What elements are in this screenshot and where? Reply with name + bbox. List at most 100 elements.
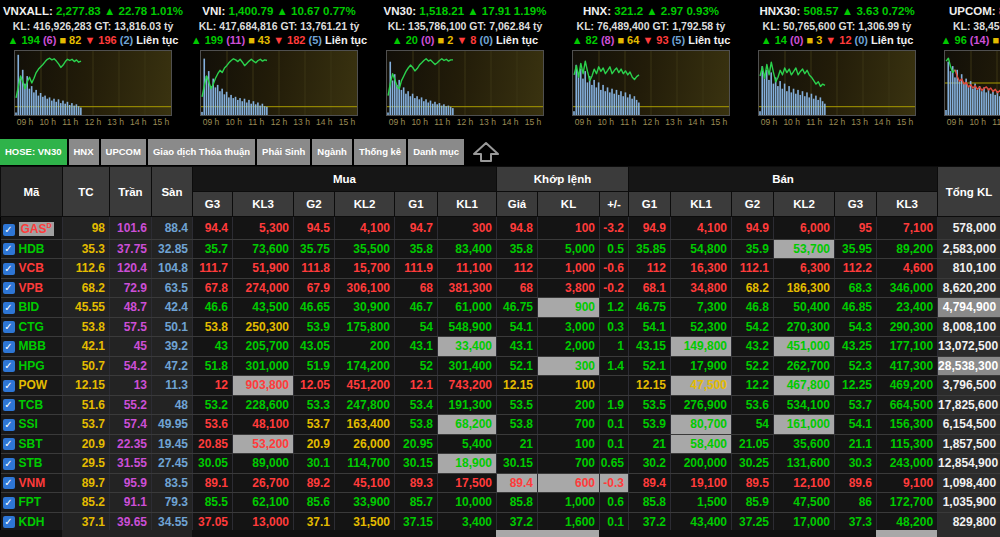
- cell-sell-price-2[interactable]: 35.9: [732, 239, 774, 259]
- cell-buy-vol-1[interactable]: 548,900: [438, 317, 497, 337]
- col-header-symbol[interactable]: Mã: [1, 167, 63, 217]
- cell-buy-price-3[interactable]: 12: [193, 376, 233, 396]
- cell-buy-price-1[interactable]: 85.7: [395, 493, 438, 513]
- cell-sell-vol-1[interactable]: 58,400: [671, 434, 732, 454]
- cell-buy-price-1[interactable]: 30.15: [395, 454, 438, 474]
- cell-buy-price-3[interactable]: 53.6: [193, 415, 233, 435]
- cell-match-price[interactable]: 112: [497, 259, 538, 279]
- symbol-label[interactable]: HPG: [19, 359, 45, 373]
- cell-buy-price-2[interactable]: 12.05: [294, 376, 335, 396]
- cell-buy-vol-3[interactable]: 301,000: [233, 356, 294, 376]
- cell-buy-vol-3[interactable]: 89,000: [233, 454, 294, 474]
- check-icon[interactable]: ✓: [3, 360, 15, 372]
- cell-sell-price-1[interactable]: 112: [629, 259, 671, 279]
- check-icon[interactable]: ✓: [3, 321, 15, 333]
- tab-upcom[interactable]: UPCOM: [101, 139, 146, 165]
- cell-sell-vol-3[interactable]: 469,200: [877, 376, 938, 396]
- cell-sell-price-2[interactable]: 54: [732, 415, 774, 435]
- check-icon[interactable]: ✓: [3, 243, 15, 255]
- cell-buy-vol-2[interactable]: 15,700: [335, 259, 395, 279]
- cell-buy-price-2[interactable]: 20.9: [294, 434, 335, 454]
- cell-sell-vol-2[interactable]: 6,000: [774, 217, 835, 240]
- cell-match-price[interactable]: 43.1: [497, 337, 538, 357]
- cell-sell-price-1[interactable]: 52.1: [629, 356, 671, 376]
- cell-buy-vol-1[interactable]: 300: [438, 217, 497, 240]
- symbol-cell[interactable]: ✓VPB: [1, 278, 63, 298]
- cell-sell-price-2[interactable]: 21.05: [732, 434, 774, 454]
- cell-buy-vol-3[interactable]: 205,700: [233, 337, 294, 357]
- cell-buy-vol-2[interactable]: 451,200: [335, 376, 395, 396]
- symbol-label[interactable]: KDH: [19, 515, 45, 529]
- cell-buy-vol-1[interactable]: 18,900: [438, 454, 497, 474]
- cell-sell-price-2[interactable]: 53.6: [732, 395, 774, 415]
- cell-buy-vol-1[interactable]: 61,000: [438, 298, 497, 318]
- cell-buy-price-1[interactable]: 46.7: [395, 298, 438, 318]
- check-icon[interactable]: ✓: [3, 399, 15, 411]
- cell-buy-vol-1[interactable]: 191,300: [438, 395, 497, 415]
- cell-sell-price-2[interactable]: 85.9: [732, 493, 774, 513]
- cell-match-change[interactable]: 0.6: [600, 493, 629, 513]
- cell-buy-vol-2[interactable]: 26,000: [335, 434, 395, 454]
- cell-buy-vol-1[interactable]: 301,400: [438, 356, 497, 376]
- cell-sell-price-3[interactable]: 37.3: [835, 512, 877, 532]
- symbol-label[interactable]: GASD: [19, 222, 54, 236]
- symbol-label[interactable]: VNM: [19, 476, 46, 490]
- cell-sell-price-3[interactable]: 53.7: [835, 395, 877, 415]
- symbol-cell[interactable]: ✓VNM: [1, 473, 63, 493]
- symbol-cell[interactable]: ✓SBT: [1, 434, 63, 454]
- tab-ph-i-sinh[interactable]: Phái Sinh: [257, 139, 310, 165]
- cell-sell-price-3[interactable]: 89.6: [835, 473, 877, 493]
- cell-sell-vol-2[interactable]: 270,300: [774, 317, 835, 337]
- cell-sell-vol-1[interactable]: 7,300: [671, 298, 732, 318]
- cell-match-vol[interactable]: 900: [538, 298, 600, 318]
- cell-match-change[interactable]: -0.6: [600, 259, 629, 279]
- cell-match-vol[interactable]: 5,000: [538, 239, 600, 259]
- check-icon[interactable]: ✓: [3, 302, 15, 314]
- cell-buy-price-2[interactable]: 51.9: [294, 356, 335, 376]
- symbol-label[interactable]: FPT: [19, 495, 42, 509]
- cell-match-vol[interactable]: 300: [538, 356, 600, 376]
- symbol-label[interactable]: SBT: [19, 437, 43, 451]
- cell-sell-price-1[interactable]: 21: [629, 434, 671, 454]
- cell-match-change[interactable]: 0.3: [600, 317, 629, 337]
- symbol-cell[interactable]: ✓ HPG: [1, 356, 63, 376]
- cell-buy-vol-2[interactable]: 174,200: [335, 356, 395, 376]
- cell-buy-price-1[interactable]: 54: [395, 317, 438, 337]
- cell-buy-vol-1[interactable]: 5,400: [438, 434, 497, 454]
- tab-danh-m-c[interactable]: Danh mục: [408, 139, 464, 165]
- symbol-cell[interactable]: ✓VCB: [1, 259, 63, 279]
- cell-match-change[interactable]: 0.1: [600, 512, 629, 532]
- cell-buy-vol-3[interactable]: 26,700: [233, 473, 294, 493]
- cell-sell-price-1[interactable]: 54.1: [629, 317, 671, 337]
- cell-match-vol[interactable]: 3,000: [538, 317, 600, 337]
- col-header-sell-g2[interactable]: G2: [732, 192, 774, 217]
- cell-buy-price-2[interactable]: 46.65: [294, 298, 335, 318]
- check-icon[interactable]: ✓: [3, 282, 15, 294]
- cell-sell-vol-1[interactable]: 47,500: [671, 376, 732, 396]
- cell-match-vol[interactable]: 100: [538, 376, 600, 396]
- symbol-cell[interactable]: ✓HDB: [1, 239, 63, 259]
- cell-match-price[interactable]: 89.4: [497, 473, 538, 493]
- cell-buy-vol-3[interactable]: 5,300: [233, 217, 294, 240]
- cell-sell-price-2[interactable]: 46.8: [732, 298, 774, 318]
- cell-buy-price-2[interactable]: 67.9: [294, 278, 335, 298]
- cell-buy-vol-2[interactable]: 30,900: [335, 298, 395, 318]
- cell-buy-price-1[interactable]: 94.7: [395, 217, 438, 240]
- cell-sell-price-2[interactable]: 94.9: [732, 217, 774, 240]
- cell-match-price[interactable]: 53.5: [497, 395, 538, 415]
- cell-sell-vol-2[interactable]: 262,700: [774, 356, 835, 376]
- symbol-cell[interactable]: ✓BID: [1, 298, 63, 318]
- cell-sell-vol-1[interactable]: 19,100: [671, 473, 732, 493]
- cell-buy-price-1[interactable]: 43.1: [395, 337, 438, 357]
- symbol-label[interactable]: VCB: [19, 261, 44, 275]
- tab-ng-nh[interactable]: Ngành: [312, 139, 352, 165]
- symbol-label[interactable]: CTG: [19, 320, 44, 334]
- cell-sell-price-1[interactable]: 30.2: [629, 454, 671, 474]
- cell-sell-price-3[interactable]: 30.3: [835, 454, 877, 474]
- cell-match-vol[interactable]: 700: [538, 454, 600, 474]
- cell-match-vol[interactable]: 3,800: [538, 278, 600, 298]
- cell-buy-price-2[interactable]: 111.8: [294, 259, 335, 279]
- check-icon[interactable]: ✓: [3, 497, 15, 509]
- cell-sell-vol-3[interactable]: 290,300: [877, 317, 938, 337]
- cell-buy-vol-3[interactable]: 228,600: [233, 395, 294, 415]
